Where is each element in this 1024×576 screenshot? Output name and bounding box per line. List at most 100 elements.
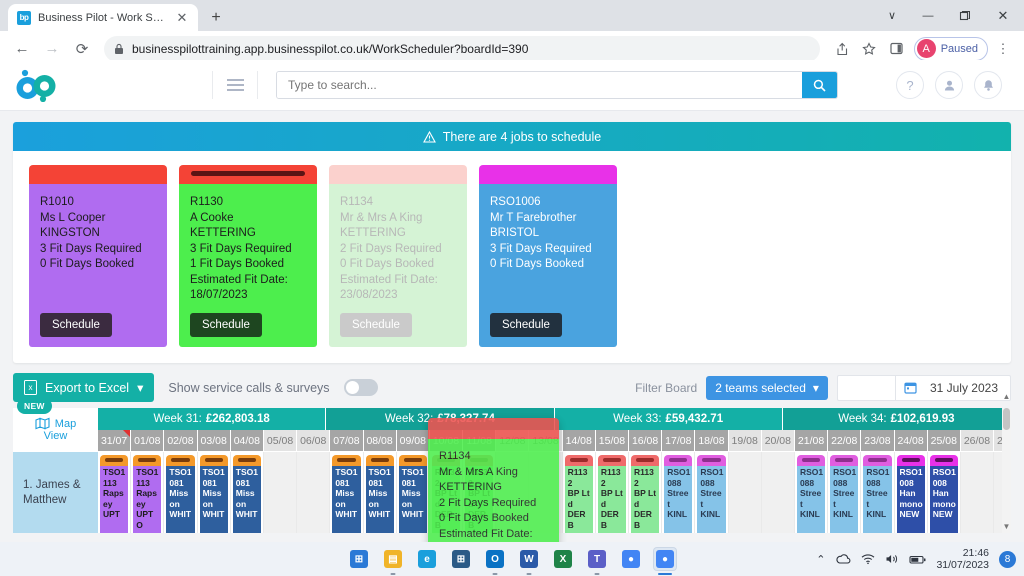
scroll-down-arrow-icon[interactable]: ▼ [1002,522,1011,531]
browser-tab[interactable]: bp Business Pilot - Work Schedule ✕ [8,4,198,31]
schedule-slot[interactable] [263,452,298,533]
service-calls-toggle[interactable] [343,379,378,396]
schedule-slot[interactable]: RSO1088 Street KINL [794,452,829,533]
job-block[interactable]: RSO1008 Hanmono NEW [929,455,958,533]
schedule-slot[interactable]: RSO1008 Hanmono NEW [894,452,928,533]
chrome-profile-icon[interactable]: ● [654,548,676,575]
tab-close-icon[interactable]: ✕ [174,10,190,26]
profile-button[interactable]: A Paused [913,36,988,61]
menu-toggle-button[interactable] [212,71,258,99]
schedule-slot[interactable]: R1132BP LtdDERB [629,452,663,533]
day-header-cell[interactable]: 01/08 [131,430,165,451]
dragged-job-card[interactable]: R1134 Mr & Mrs A King KETTERING 2 Fit Da… [428,418,559,542]
word-icon[interactable]: W [518,548,540,575]
address-bar[interactable]: businesspilottraining.app.businesspilot.… [104,35,820,62]
job-card[interactable]: R1010 Ms L Cooper KINGSTON 3 Fit Days Requi… [29,165,167,347]
scroll-up-arrow-icon[interactable]: ▲ [1002,392,1011,401]
share-icon[interactable] [828,36,854,62]
day-header-cell[interactable]: 02/08 [164,430,198,451]
tab-search-chevron-icon[interactable]: ∨ [874,0,910,31]
job-block-handle[interactable] [232,455,261,466]
day-header-cell[interactable]: 26/08 [960,430,995,451]
maximize-button[interactable] [946,0,982,31]
day-header-cell[interactable]: 19/08 [728,430,762,451]
job-block[interactable]: RSO1088 Street KINL [796,455,826,533]
schedule-slot[interactable]: RSO1088 Street KINL [695,452,729,533]
microsoft-store-icon[interactable]: ⊞ [450,548,472,570]
job-block-handle[interactable] [365,455,394,466]
job-block[interactable]: TSO1081 Misson WHIT [332,455,361,533]
job-card[interactable]: RSO1006 Mr T Farebrother BRISTOL 3 Fit Days… [479,165,617,347]
job-block[interactable]: R1132BP LtdDERB [564,455,593,533]
business-pilot-logo[interactable] [0,68,212,102]
schedule-slot[interactable]: TSO1113 Rapsey UPT [98,452,132,533]
job-card-drag-handle[interactable] [329,165,467,184]
schedule-slot[interactable]: RSO1008 Hanmono NEW [927,452,961,533]
schedule-slot[interactable]: TSO1081 Misson WHIT [330,452,364,533]
teams-select-dropdown[interactable]: 2 teams selected ▾ [706,375,828,400]
schedule-slot[interactable] [960,452,995,533]
job-block[interactable]: RSO1088 Street KINL [664,455,693,533]
job-block[interactable]: TSO1081 Misson WHIT [398,455,427,533]
forward-button[interactable]: → [38,35,66,63]
date-picker[interactable]: 31 July 2023 [836,374,1011,401]
teams-icon[interactable]: T [586,548,608,575]
job-card-drag-handle[interactable] [179,165,317,184]
menu-kebab-icon[interactable]: ⋮ [990,36,1016,62]
job-card-drag-handle[interactable] [29,165,167,184]
back-button[interactable]: ← [8,35,36,63]
day-header-cell[interactable]: 09/08 [396,430,430,451]
job-block[interactable]: R1132BP LtdDERB [597,455,626,533]
user-icon[interactable] [935,71,963,99]
schedule-slot[interactable]: R1132BP LtdDERB [595,452,629,533]
job-block[interactable]: R1132BP LtdDERB [631,455,660,533]
day-header-cell[interactable]: 20/08 [761,430,795,451]
schedule-slot[interactable]: TSO1113 Rapsey UPTO [131,452,165,533]
job-block[interactable]: RSO1088 Street KINL [697,455,726,533]
vertical-scrollbar[interactable]: ▲ ▼ [1002,392,1011,533]
notification-count-badge[interactable]: 8 [999,550,1016,568]
job-block[interactable]: TSO1113 Rapsey UPTO [133,455,162,533]
job-block[interactable]: RSO1088 Street KINL [863,455,892,533]
dragged-job-card-header[interactable] [428,418,559,439]
job-block-handle[interactable] [597,455,626,466]
job-block[interactable]: TSO1113 Rapsey UPT [100,455,129,533]
file-explorer-icon[interactable]: ▤ [382,548,404,575]
start-button-icon[interactable]: ⊞ [348,548,370,570]
schedule-slot[interactable] [728,452,762,533]
job-block-handle[interactable] [332,455,361,466]
day-header-cell[interactable]: 05/08 [263,430,298,451]
schedule-slot[interactable]: R1132BP LtdDERB [562,452,596,533]
day-header-cell[interactable]: 06/08 [297,430,331,451]
day-header-cell[interactable]: 14/08 [562,430,596,451]
schedule-slot[interactable]: RSO1088 Street KINL [662,452,696,533]
day-header-cell[interactable]: 04/08 [230,430,264,451]
schedule-slot[interactable]: RSO1088 Street KINL [828,452,862,533]
excel-icon[interactable]: X [552,548,574,570]
day-header-cell[interactable]: 31/07 [98,430,132,451]
schedule-button[interactable]: Schedule [190,313,262,337]
search-input[interactable] [277,72,802,98]
day-header-cell[interactable]: 17/08 [662,430,696,451]
search-icon[interactable] [802,72,837,98]
day-header-cell[interactable]: 21/08 [794,430,829,451]
side-panel-icon[interactable] [884,36,910,62]
reload-button[interactable]: ⟳ [68,35,96,63]
tray-clock[interactable]: 21:46 31/07/2023 [936,547,989,571]
battery-icon[interactable] [909,554,926,565]
onedrive-icon[interactable] [835,553,851,565]
job-block-handle[interactable] [796,455,826,466]
schedule-slot[interactable]: TSO1081 Misson WHIT [396,452,430,533]
help-icon[interactable]: ? [896,71,924,99]
schedule-button[interactable]: Schedule [340,313,412,337]
bookmark-star-icon[interactable] [856,36,882,62]
job-block[interactable]: TSO1081 Misson WHIT [365,455,394,533]
job-block-handle[interactable] [631,455,660,466]
schedule-button[interactable]: Schedule [40,313,112,337]
day-header-cell[interactable]: 23/08 [861,430,895,451]
tray-chevron-up-icon[interactable]: ⌃ [816,553,825,566]
day-header-cell[interactable]: 18/08 [695,430,729,451]
volume-icon[interactable] [885,553,899,565]
job-block-handle[interactable] [564,455,593,466]
day-header-cell[interactable]: 03/08 [197,430,231,451]
